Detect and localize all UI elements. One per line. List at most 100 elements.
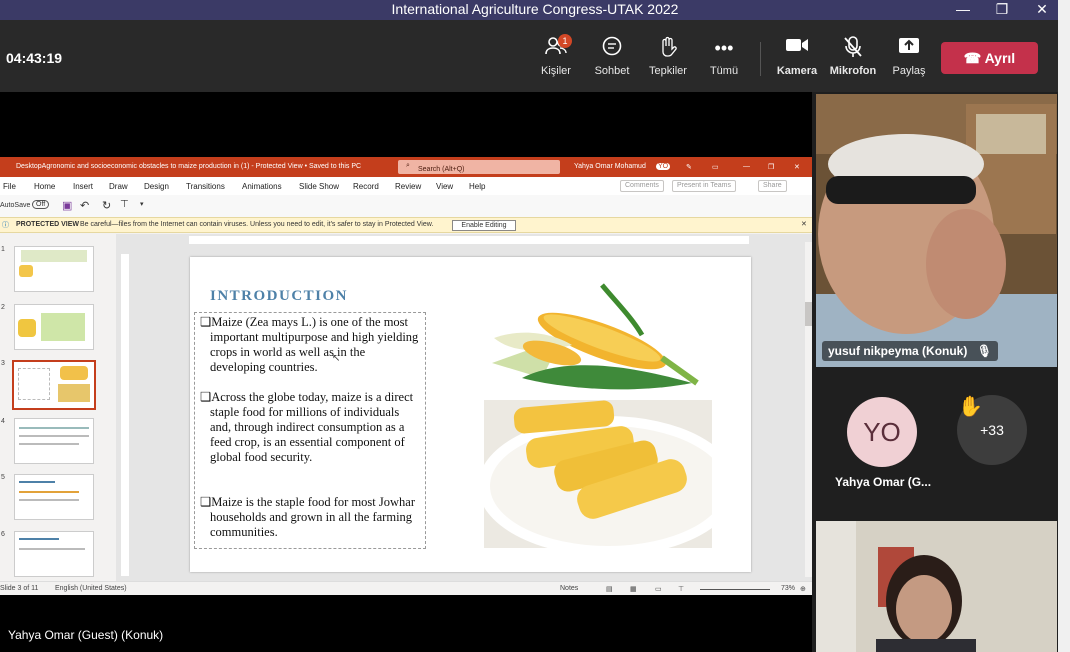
reading-view-icon[interactable]: ▭ (655, 585, 662, 593)
toolbar-divider (760, 42, 761, 76)
slide-thumbnail-4[interactable] (14, 418, 94, 464)
autosave-label: AutoSave (0, 202, 31, 209)
slide-heading: INTRODUCTION (210, 288, 349, 304)
thumb-number: 5 (1, 474, 5, 481)
menu-transitions[interactable]: Transitions (186, 182, 225, 191)
customize-qa-icon[interactable]: ▾ (140, 200, 144, 208)
ppt-restore-icon[interactable]: ❐ (768, 163, 774, 171)
language-status[interactable]: English (United States) (55, 585, 127, 592)
minimize-button[interactable]: — (943, 0, 983, 20)
camera-label: Kamera (776, 65, 818, 77)
window-title: International Agriculture Congress-UTAK … (391, 1, 679, 17)
ppt-doc-title: DesktopAgronomic and socioeconomic obsta… (16, 163, 362, 170)
menu-slide-show[interactable]: Slide Show (299, 182, 339, 191)
participant-video-frame (816, 521, 1057, 652)
menu-view[interactable]: View (436, 182, 453, 191)
share-button[interactable]: Paylaş (881, 36, 937, 77)
menu-design[interactable]: Design (144, 182, 169, 191)
comments-button[interactable]: Comments (620, 180, 664, 192)
ribbon-display-icon[interactable]: ▭ (712, 163, 719, 171)
editor-scrollbar[interactable] (805, 242, 812, 577)
raise-hand-icon (640, 36, 696, 60)
background-window-edge (1058, 0, 1070, 652)
enable-editing-button[interactable]: Enable Editing (452, 220, 516, 231)
zoom-slider[interactable] (700, 589, 770, 590)
slideshow-view-icon[interactable]: ⊤ (678, 585, 684, 593)
slide-count: Slide 3 of 11 (0, 585, 39, 592)
ppt-search-box[interactable]: ⌕ Search (Alt+Q) (398, 160, 560, 174)
search-icon: ⌕ (406, 162, 410, 169)
undo-icon[interactable]: ↶ (80, 199, 89, 212)
close-button[interactable]: ✕ (1022, 0, 1062, 20)
chat-icon (584, 36, 640, 60)
raised-hand-icon: ✋ (958, 396, 983, 418)
present-icon[interactable]: ⊤ (120, 199, 129, 210)
meeting-clock: 04:43:19 (6, 50, 63, 66)
participant-video-frame (816, 94, 1057, 367)
participant-video-2[interactable] (816, 521, 1057, 652)
slide-bullet-3: ❑Maize is the staple food for most Jowha… (200, 495, 415, 539)
autosave-toggle[interactable]: Off (32, 200, 50, 209)
slide-thumbnail-5[interactable] (14, 474, 94, 520)
slide-bullet-1: ❑Maize (Zea mays L.) is one of the most … (200, 315, 419, 374)
slide-thumbnail-1[interactable] (14, 246, 94, 292)
menu-home[interactable]: Home (34, 182, 55, 191)
menu-review[interactable]: Review (395, 182, 421, 191)
present-in-teams-button[interactable]: Present in Teams (672, 180, 736, 192)
thumb-number: 4 (1, 418, 5, 425)
protected-close-icon[interactable]: ✕ (801, 220, 807, 228)
slide-thumbnail-pane: 1 2 3 4 5 6 (0, 234, 116, 584)
window-titlebar: International Agriculture Congress-UTAK … (0, 0, 1070, 20)
menu-animations[interactable]: Animations (242, 182, 282, 191)
slide-thumbnail-2[interactable] (14, 304, 94, 350)
mic-button[interactable]: Mikrofon (825, 36, 881, 77)
mouse-cursor-icon: ↖ (332, 353, 341, 364)
ppt-search-placeholder: Search (Alt+Q) (418, 166, 465, 173)
thumb-number: 1 (1, 246, 5, 253)
protected-view-message: Be careful—files from the Internet can c… (80, 221, 434, 228)
more-button[interactable]: ••• Tümü (696, 36, 752, 77)
slide-bullet-2: ❑Across the globe today, maize is a dire… (200, 390, 414, 464)
people-icon: 1 (528, 34, 584, 60)
share-label: Paylaş (892, 65, 926, 77)
leave-button[interactable]: ☎ Ayrıl (941, 42, 1038, 74)
redo-icon[interactable]: ↻ (102, 199, 111, 212)
notes-button[interactable]: Notes (560, 585, 578, 592)
normal-view-icon[interactable]: ▤ (606, 585, 613, 593)
presenter-name-label: Yahya Omar (Guest) (Konuk) (8, 628, 164, 642)
ppt-status-bar: Slide 3 of 11 English (United States) No… (0, 581, 812, 595)
ppt-minimize-icon[interactable]: — (743, 163, 750, 170)
thumb-number: 2 (1, 304, 5, 311)
participant-avatar-yo[interactable]: YO (847, 397, 917, 467)
participant-video-1[interactable]: yusuf nikpeyma (Konuk) 🎙 (816, 94, 1057, 367)
corn-cob-image (492, 283, 699, 390)
camera-button[interactable]: Kamera (769, 36, 825, 77)
ppt-share-button[interactable]: Share (758, 180, 787, 192)
save-icon[interactable]: ▣ (62, 199, 72, 212)
people-label: Kişiler (541, 65, 571, 77)
chat-button[interactable]: Sohbet (584, 36, 640, 77)
slide-thumbnail-6[interactable] (14, 531, 94, 577)
participant-video-1-label: yusuf nikpeyma (Konuk) 🎙 (822, 341, 998, 361)
info-icon: ⓘ (2, 222, 9, 229)
people-button[interactable]: 1 Kişiler (528, 34, 584, 77)
menu-file[interactable]: File (3, 182, 16, 191)
slide-text-box: ❑Maize (Zea mays L.) is one of the most … (194, 312, 426, 549)
fit-to-window-icon[interactable]: ⊕ (800, 585, 806, 593)
camera-icon (769, 36, 825, 60)
menu-draw[interactable]: Draw (109, 182, 128, 191)
restore-button[interactable]: ❐ (982, 0, 1022, 20)
menu-insert[interactable]: Insert (73, 182, 93, 191)
ppt-user-avatar[interactable]: YO (656, 163, 671, 170)
ppt-close-icon[interactable]: ✕ (794, 163, 800, 171)
pen-icon[interactable]: ✎ (686, 163, 692, 171)
meeting-toolbar: 04:43:19 1 Kişiler Sohbet Tepkiler ••• T… (0, 20, 1070, 92)
slide-thumbnail-3[interactable] (12, 360, 96, 410)
reactions-button[interactable]: Tepkiler (640, 36, 696, 77)
menu-record[interactable]: Record (353, 182, 379, 191)
slide-sorter-icon[interactable]: ▦ (630, 585, 637, 593)
scrollbar-thumb[interactable] (805, 302, 812, 326)
menu-help[interactable]: Help (469, 182, 485, 191)
boiled-corn-image (484, 400, 712, 548)
zoom-level[interactable]: 73% (781, 585, 795, 592)
